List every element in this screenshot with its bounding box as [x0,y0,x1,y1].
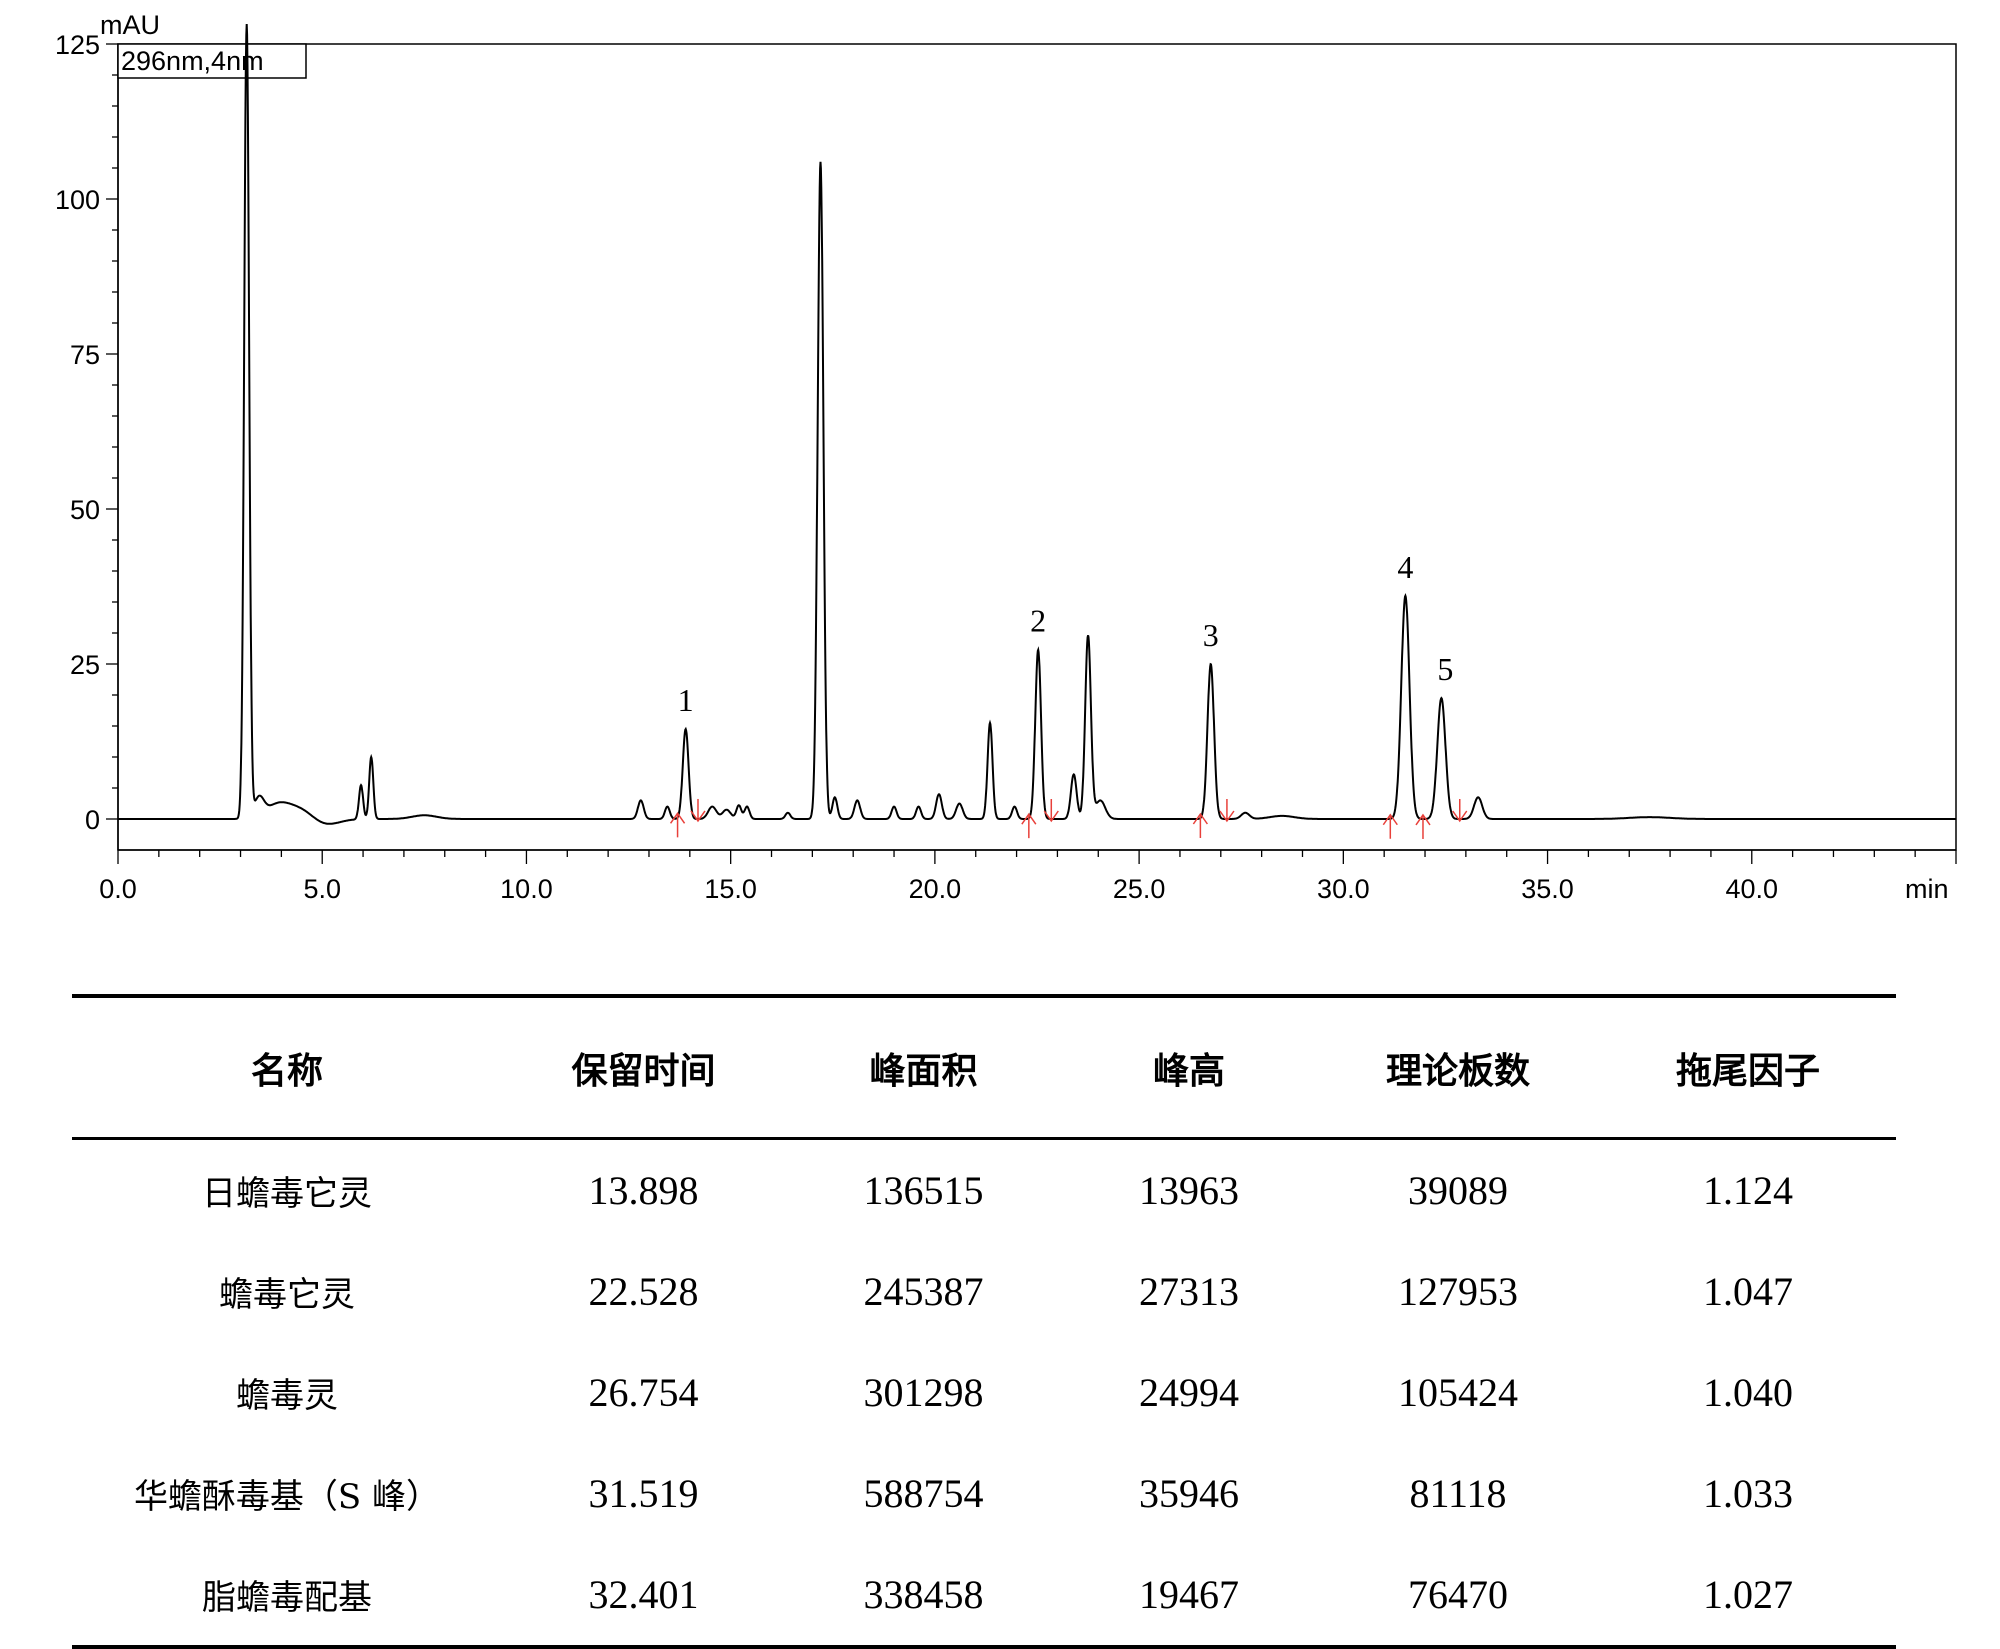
table-row: 蟾毒灵 26.754 301298 24994 105424 1.040 [72,1342,1896,1443]
cell-retention-time: 31.519 [588,1471,699,1516]
header-tailing-factor: 拖尾因子 [1675,1050,1820,1092]
legend-label: 296nm,4nm [121,46,264,76]
x-tick-label: 0.0 [99,874,137,904]
cell-tailing-factor: 1.033 [1703,1471,1793,1516]
plot-frame [117,43,1957,851]
peak-label: 2 [1030,603,1046,639]
header-theoretical-plates: 理论板数 [1385,1050,1530,1092]
y-tick-label: 75 [70,340,100,370]
x-axis: 0.0 5.0 10.0 15.0 20.0 25.0 30.0 35.0 40.0 [99,849,1957,904]
cell-retention-time: 26.754 [588,1370,699,1415]
table-row: 日蟾毒它灵 13.898 136515 13963 39089 1.124 [72,1139,1896,1242]
cell-retention-time: 13.898 [588,1168,699,1213]
cell-tailing-factor: 1.124 [1703,1168,1793,1213]
x-axis-unit: min [1905,874,1949,904]
table-header-row: 名称 保留时间 峰面积 峰高 理论板数 拖尾因子 [72,996,1896,1139]
header-retention-time: 保留时间 [571,1050,716,1092]
chromatogram-trace [118,23,1956,825]
y-tick-label: 50 [70,495,100,525]
integration-mark [1021,812,1037,839]
y-tick-label: 25 [70,650,100,680]
cell-theoretical-plates: 105424 [1398,1370,1518,1415]
x-tick-label: 40.0 [1725,874,1778,904]
cell-peak-height: 35946 [1139,1471,1239,1516]
x-tick-label: 15.0 [704,874,757,904]
x-tick-label: 30.0 [1317,874,1370,904]
header-peak-area: 峰面积 [869,1050,978,1092]
cell-name: 日蟾毒它灵 [202,1174,372,1214]
integration-mark [1192,812,1208,838]
cell-peak-area: 588754 [863,1471,984,1516]
cell-name: 蟾毒它灵 [219,1275,355,1315]
peak-label: 1 [678,682,694,718]
cell-name: 蟾毒灵 [236,1376,338,1416]
table-row: 华蟾酥毒基（S 峰） 31.519 588754 35946 81118 1.0… [72,1443,1896,1544]
cell-peak-area: 301298 [863,1370,984,1415]
x-tick-label: 5.0 [303,874,341,904]
cell-theoretical-plates: 127953 [1398,1269,1518,1314]
cell-peak-height: 13963 [1139,1168,1239,1213]
x-tick-label: 20.0 [909,874,962,904]
legend-box: 296nm,4nm [117,43,307,79]
chromatogram-chart: 0255075100125 0.0 5.0 10.0 15.0 20.0 25.0 30.0… [55,10,1957,904]
header-name: 名称 [250,1050,323,1092]
cell-tailing-factor: 1.040 [1703,1370,1793,1415]
x-tick-label: 10.0 [500,874,553,904]
cell-retention-time: 22.528 [588,1269,699,1314]
cell-theoretical-plates: 39089 [1408,1168,1508,1213]
peak-label: 5 [1437,651,1453,687]
y-tick-label: 125 [55,30,100,60]
y-tick-label: 100 [55,185,100,215]
header-peak-height: 峰高 [1152,1050,1225,1092]
peak-results-table: 名称 保留时间 峰面积 峰高 理论板数 拖尾因子 日蟾毒它灵 13.898 13… [72,994,1896,1649]
peak-label: 3 [1203,617,1219,653]
peak-labels: 1 2 3 4 5 [678,549,1454,718]
cell-name: 华蟾酥毒基（S 峰） [133,1477,441,1517]
cell-peak-area: 245387 [863,1269,984,1314]
cell-peak-height: 27313 [1139,1269,1239,1314]
peak-label: 4 [1397,549,1413,585]
y-tick-label: 0 [85,805,100,835]
x-tick-label: 25.0 [1113,874,1166,904]
x-tick-label: 35.0 [1521,874,1574,904]
cell-theoretical-plates: 81118 [1409,1471,1507,1516]
y-axis: 0 25 50 75 100 125 [55,30,119,850]
table-row: 蟾毒它灵 22.528 245387 27313 127953 1.047 [72,1241,1896,1342]
y-axis-unit: mAU [100,10,160,40]
cell-peak-height: 24994 [1139,1370,1239,1415]
cell-peak-area: 136515 [863,1168,984,1213]
cell-tailing-factor: 1.047 [1703,1269,1793,1314]
